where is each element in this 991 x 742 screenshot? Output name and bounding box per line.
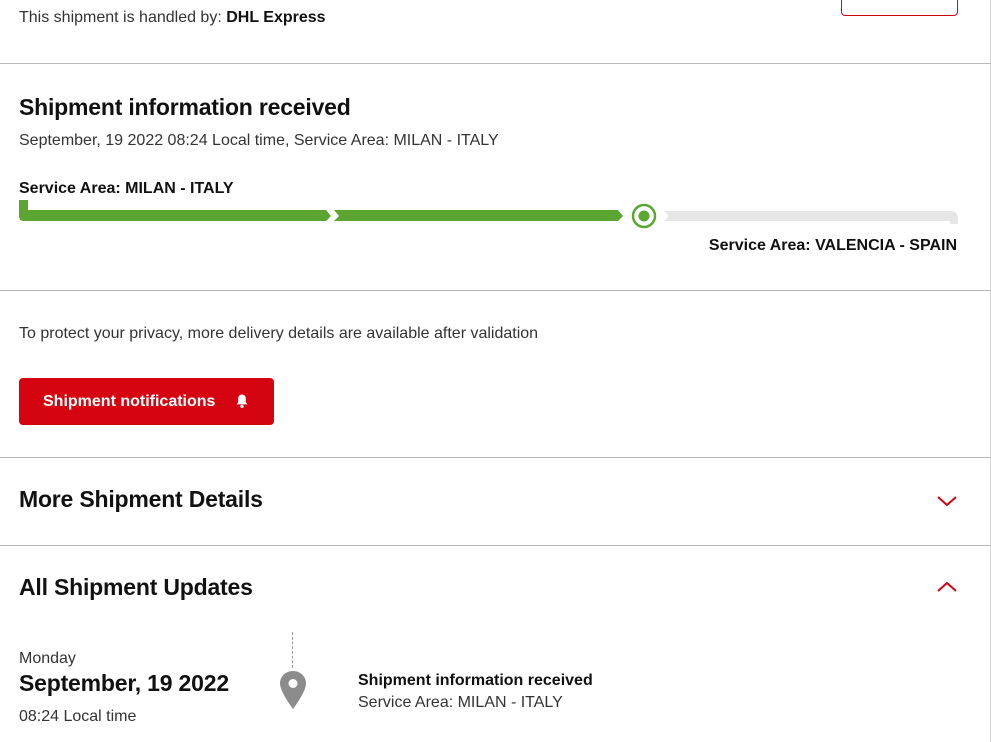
timeline-line — [292, 632, 293, 668]
more-shipment-details-row[interactable]: More Shipment Details — [0, 458, 990, 546]
update-time: 08:24 Local time — [19, 708, 137, 725]
chevron-up-icon[interactable] — [936, 580, 958, 594]
chevron-down-icon[interactable] — [936, 494, 958, 508]
update-event-location: Service Area: MILAN - ITALY — [358, 694, 563, 711]
updates-heading[interactable]: All Shipment Updates — [19, 574, 253, 601]
carrier-name: DHL Express — [226, 9, 326, 26]
status-subtitle: September, 19 2022 08:24 Local time, Ser… — [19, 132, 499, 149]
all-shipment-updates-section: All Shipment Updates Monday September, 1… — [0, 546, 990, 742]
shipment-notifications-label: Shipment notifications — [43, 392, 216, 410]
handled-by-text: This shipment is handled by: DHL Express — [19, 9, 326, 27]
progress-done-segment-1 — [19, 200, 331, 221]
update-date: September, 19 2022 — [19, 670, 229, 696]
shipment-status-section: Shipment information received September,… — [0, 64, 990, 291]
outline-action-button[interactable] — [841, 0, 958, 16]
update-event-title: Shipment information received — [358, 672, 593, 689]
progress-pending-segment — [664, 211, 958, 224]
current-status-marker — [631, 203, 657, 229]
privacy-section: To protect your privacy, more delivery d… — [0, 291, 990, 458]
status-title: Shipment information received — [19, 94, 351, 120]
shipment-notifications-button[interactable]: Shipment notifications — [19, 378, 274, 425]
more-details-heading: More Shipment Details — [19, 486, 263, 512]
update-day: Monday — [19, 650, 76, 667]
progress-bar — [19, 200, 958, 229]
progress-done-segment-2 — [334, 210, 623, 221]
handled-by-prefix: This shipment is handled by: — [19, 9, 222, 26]
privacy-text: To protect your privacy, more delivery d… — [19, 325, 539, 342]
destination-label: Service Area: VALENCIA - SPAIN — [708, 237, 957, 254]
location-pin-icon — [280, 671, 306, 709]
carrier-row: This shipment is handled by: DHL Express — [0, 0, 990, 64]
bell-icon — [236, 394, 248, 408]
